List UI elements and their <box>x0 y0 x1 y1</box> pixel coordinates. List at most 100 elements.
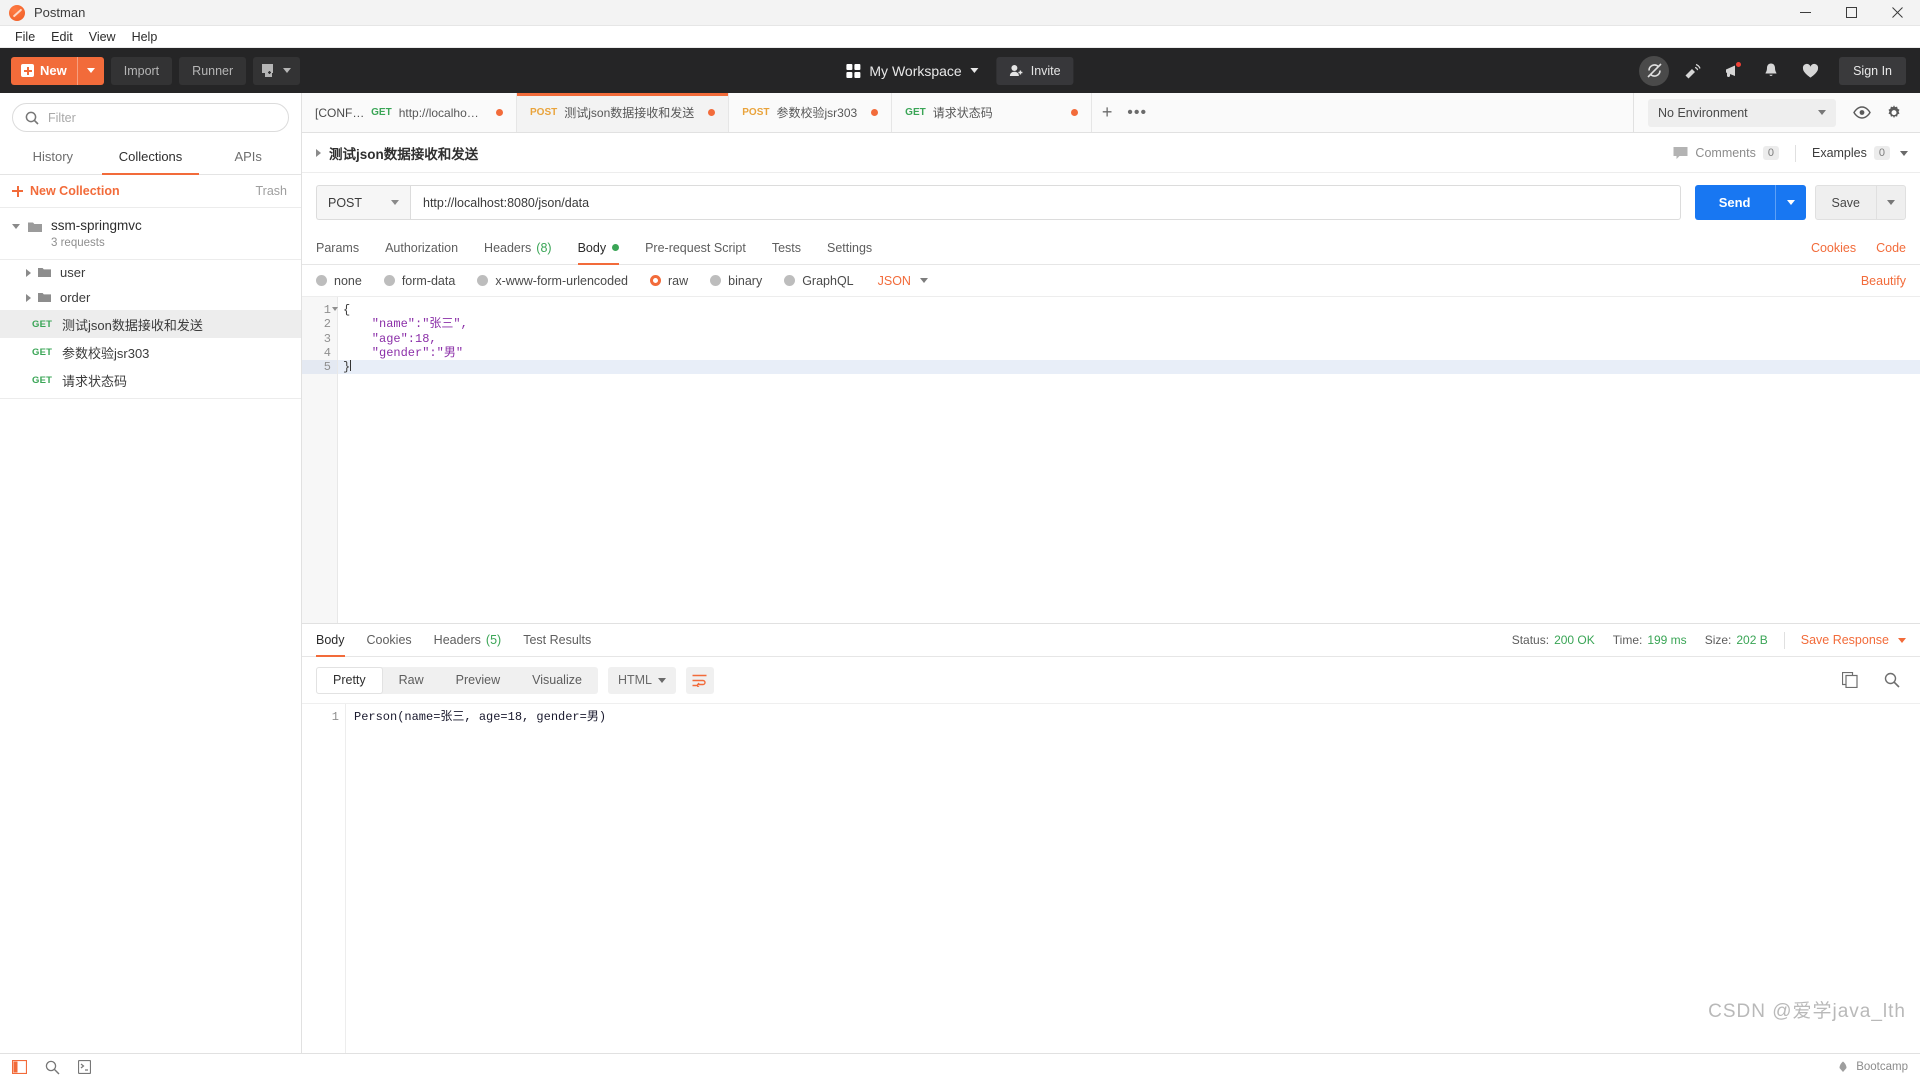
tab-authorization[interactable]: Authorization <box>385 232 458 265</box>
tab-json-test[interactable]: POST 测试json数据接收和发送 <box>517 93 730 132</box>
sidebar-tab-history[interactable]: History <box>4 141 102 175</box>
examples-button[interactable]: Examples 0 <box>1812 146 1908 160</box>
menu-edit[interactable]: Edit <box>43 28 81 46</box>
chevron-down-icon[interactable] <box>970 68 979 73</box>
sidebar-folder-order[interactable]: order <box>0 285 301 310</box>
trash-button[interactable]: Trash <box>256 184 288 198</box>
maximize-icon[interactable] <box>1828 0 1874 26</box>
sidebar-folder-user[interactable]: user <box>0 260 301 285</box>
import-button[interactable]: Import <box>110 56 173 85</box>
view-mode-preview[interactable]: Preview <box>440 667 516 694</box>
search-icon[interactable] <box>1878 666 1906 694</box>
code-line: "name":"张三", <box>343 317 468 332</box>
page-title: 测试json数据接收和发送 <box>329 147 479 162</box>
send-button[interactable]: Send <box>1694 185 1806 220</box>
request-body-editor[interactable]: 1 2 3 4 5 { "name":"张三", "age":18, "gend… <box>302 297 1920 623</box>
tab-settings[interactable]: Settings <box>827 232 872 265</box>
save-response-button[interactable]: Save Response <box>1801 633 1906 647</box>
megaphone-icon[interactable] <box>1717 56 1747 86</box>
ellipsis-icon[interactable]: ••• <box>1122 93 1152 132</box>
sync-off-icon[interactable] <box>1639 55 1670 86</box>
sidebar-request-label: 测试json数据接收和发送 <box>62 317 203 333</box>
sidebar-toggle-icon[interactable] <box>12 1060 27 1074</box>
response-content-type-select[interactable]: HTML <box>607 666 676 694</box>
tab-conflict-localhost[interactable]: [CONFLICT] GET http://localhost:808... <box>302 93 517 132</box>
eye-icon[interactable] <box>1848 99 1876 127</box>
tab-params[interactable]: Params <box>316 232 359 265</box>
body-type-raw[interactable]: raw <box>650 274 688 288</box>
heart-icon[interactable] <box>1795 56 1825 86</box>
code-link[interactable]: Code <box>1876 241 1906 255</box>
invite-button[interactable]: Invite <box>996 56 1074 85</box>
close-icon[interactable] <box>1874 0 1920 26</box>
sidebar-folder-label: order <box>60 290 91 305</box>
minimize-icon[interactable] <box>1782 0 1828 26</box>
collection-root-ssm-springmvc[interactable]: ssm-springmvc 3 requests <box>0 208 301 260</box>
new-button-dropdown[interactable] <box>76 56 104 85</box>
environment-select[interactable]: No Environment <box>1648 98 1836 127</box>
word-wrap-icon[interactable] <box>685 666 714 694</box>
tab-tests[interactable]: Tests <box>772 232 801 265</box>
chevron-right-icon[interactable] <box>26 268 31 277</box>
response-tab-cookies[interactable]: Cookies <box>367 625 412 657</box>
find-icon[interactable] <box>45 1060 60 1075</box>
bell-icon[interactable] <box>1756 56 1786 86</box>
folder-icon <box>38 292 51 303</box>
sidebar-request-json-test[interactable]: GET 测试json数据接收和发送 <box>0 310 301 338</box>
sign-in-button[interactable]: Sign In <box>1839 56 1906 85</box>
response-body-editor[interactable]: 1 Person(name=张三, age=18, gender=男) <box>302 703 1920 1053</box>
view-mode-raw[interactable]: Raw <box>383 667 440 694</box>
editor-code[interactable]: { "name":"张三", "age":18, "gender":"男" } <box>338 297 1920 623</box>
menu-file[interactable]: File <box>7 28 43 46</box>
sidebar-tab-apis[interactable]: APIs <box>199 141 297 175</box>
body-type-none[interactable]: none <box>316 274 362 288</box>
sidebar-tabs: History Collections APIs <box>0 141 301 175</box>
satellite-icon[interactable] <box>1678 56 1708 86</box>
runner-button[interactable]: Runner <box>179 56 247 85</box>
tab-body[interactable]: Body <box>577 232 620 265</box>
url-input[interactable]: http://localhost:8080/json/data <box>410 185 1681 220</box>
response-tab-test-results[interactable]: Test Results <box>523 625 591 657</box>
console-icon[interactable] <box>78 1060 91 1074</box>
new-collection-button[interactable]: New Collection <box>12 184 120 198</box>
menu-view[interactable]: View <box>81 28 124 46</box>
body-type-urlencoded[interactable]: x-www-form-urlencoded <box>477 274 628 288</box>
beautify-link[interactable]: Beautify <box>1861 274 1906 288</box>
chevron-right-icon[interactable] <box>26 293 31 302</box>
body-type-form-data[interactable]: form-data <box>383 274 455 288</box>
send-dropdown[interactable] <box>1774 185 1806 220</box>
fold-icon[interactable] <box>332 307 338 311</box>
view-mode-pretty[interactable]: Pretty <box>316 666 383 694</box>
gear-icon[interactable] <box>1880 99 1908 127</box>
copy-icon[interactable] <box>1836 666 1864 694</box>
cookies-link[interactable]: Cookies <box>1811 241 1856 255</box>
comments-button[interactable]: Comments 0 <box>1673 146 1779 160</box>
body-format-select[interactable]: JSON <box>878 274 928 288</box>
method-select[interactable]: POST <box>316 185 410 220</box>
tab-pre-request-script[interactable]: Pre-request Script <box>645 232 746 265</box>
tab-status-code[interactable]: GET 请求状态码 <box>892 93 1093 132</box>
response-tab-body[interactable]: Body <box>316 625 345 657</box>
save-dropdown[interactable] <box>1876 186 1905 219</box>
menu-help[interactable]: Help <box>124 28 166 46</box>
body-type-binary[interactable]: binary <box>710 274 762 288</box>
chevron-right-icon[interactable] <box>316 149 321 157</box>
tab-jsr303[interactable]: POST 参数校验jsr303 <box>729 93 893 132</box>
bootcamp-label[interactable]: Bootcamp <box>1856 1061 1908 1073</box>
search-input[interactable]: Filter <box>12 103 289 132</box>
view-mode-visualize[interactable]: Visualize <box>516 667 598 694</box>
workspace-name[interactable]: My Workspace <box>869 63 961 79</box>
tab-headers[interactable]: Headers (8) <box>484 232 552 265</box>
time-value: 199 ms <box>1647 633 1687 647</box>
body-type-graphql[interactable]: GraphQL <box>784 274 854 288</box>
sidebar-request-jsr303[interactable]: GET 参数校验jsr303 <box>0 338 301 366</box>
chevron-down-icon <box>86 68 95 73</box>
chevron-down-icon[interactable] <box>12 224 20 229</box>
response-tab-headers[interactable]: Headers (5) <box>434 625 502 657</box>
plus-icon[interactable]: + <box>1092 93 1122 132</box>
new-window-button[interactable] <box>253 56 301 85</box>
sidebar-tab-collections[interactable]: Collections <box>101 141 200 175</box>
sidebar-request-status-code[interactable]: GET 请求状态码 <box>0 366 301 394</box>
new-button[interactable]: New <box>11 56 104 85</box>
save-button[interactable]: Save <box>1814 185 1906 220</box>
